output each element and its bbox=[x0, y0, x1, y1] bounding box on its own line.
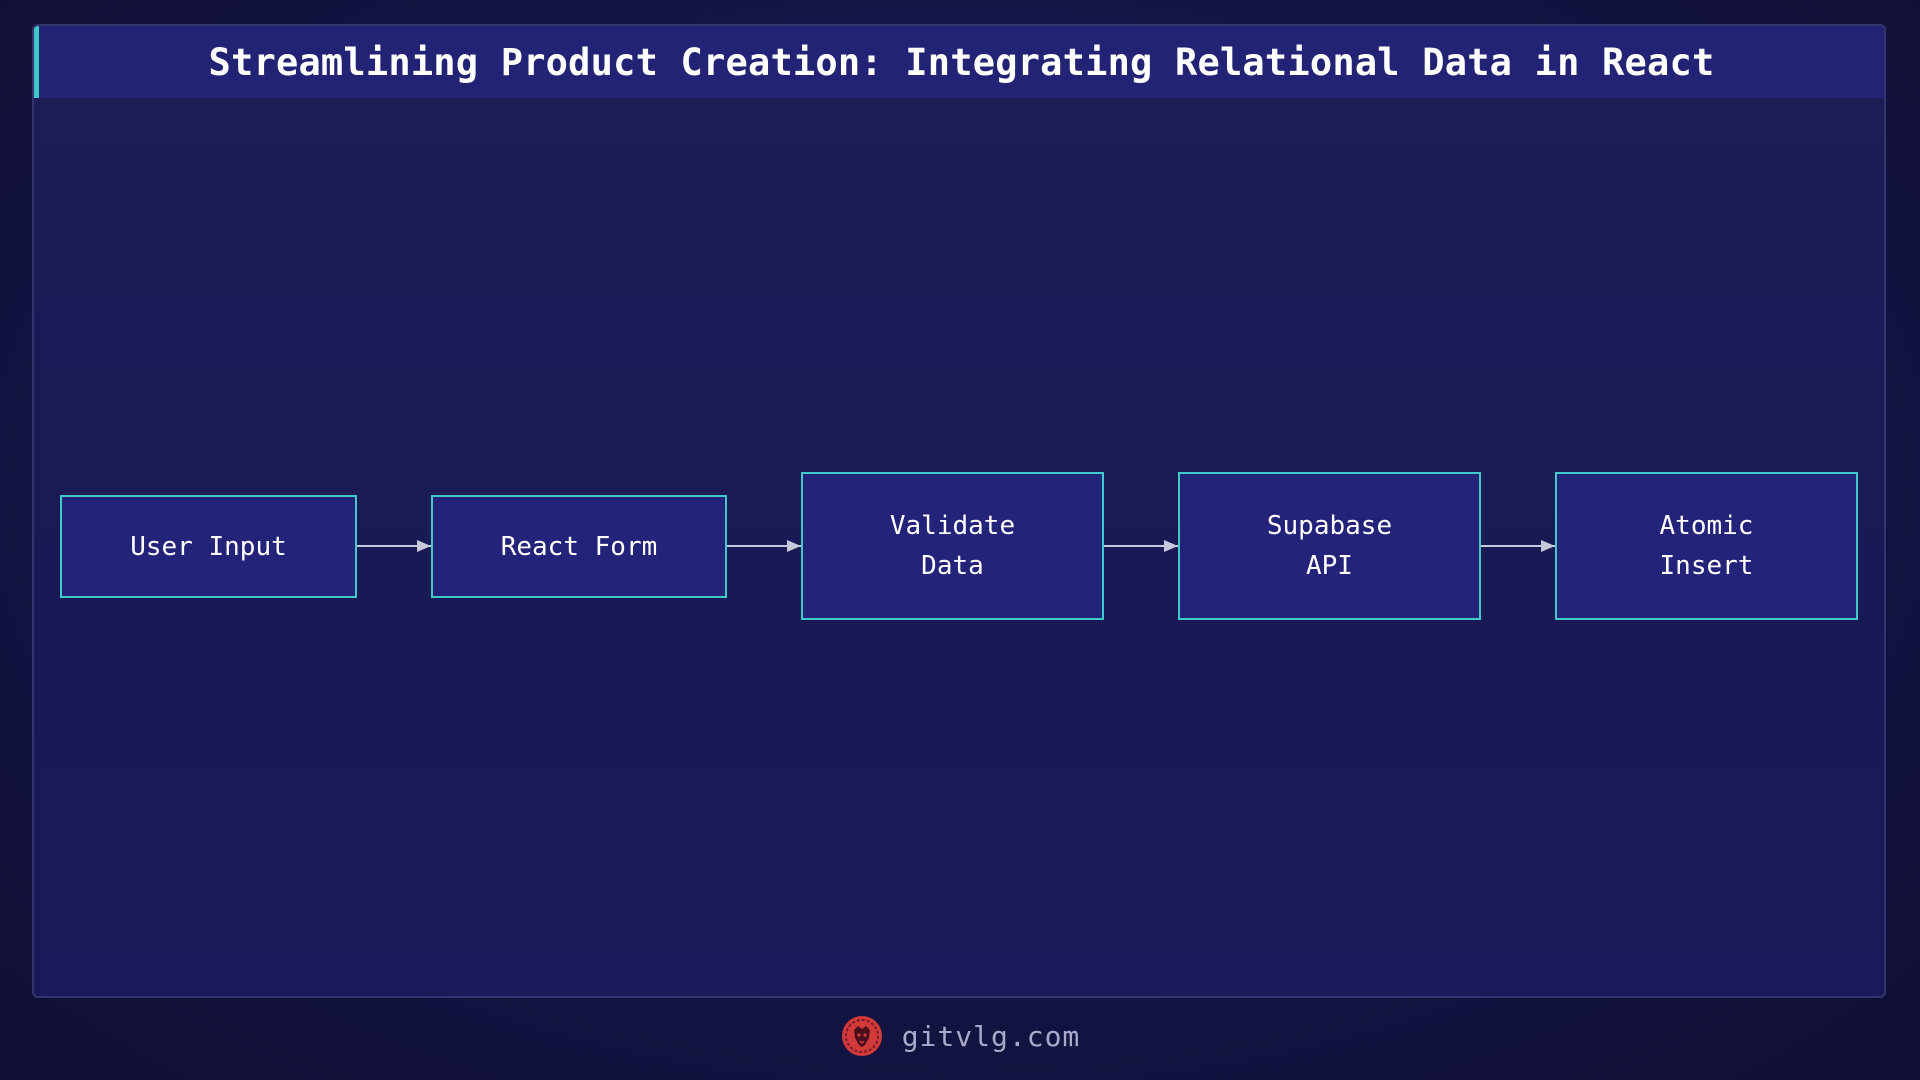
page-title: Streamlining Product Creation: Integrati… bbox=[208, 40, 1715, 84]
footer-brand[interactable]: gitvlg.com bbox=[902, 1020, 1081, 1053]
diagram-panel: Streamlining Product Creation: Integrati… bbox=[32, 24, 1886, 998]
footer: gitvlg.com bbox=[0, 1010, 1920, 1062]
lion-logo-icon bbox=[841, 1016, 882, 1056]
title-bar: Streamlining Product Creation: Integrati… bbox=[34, 26, 1884, 98]
